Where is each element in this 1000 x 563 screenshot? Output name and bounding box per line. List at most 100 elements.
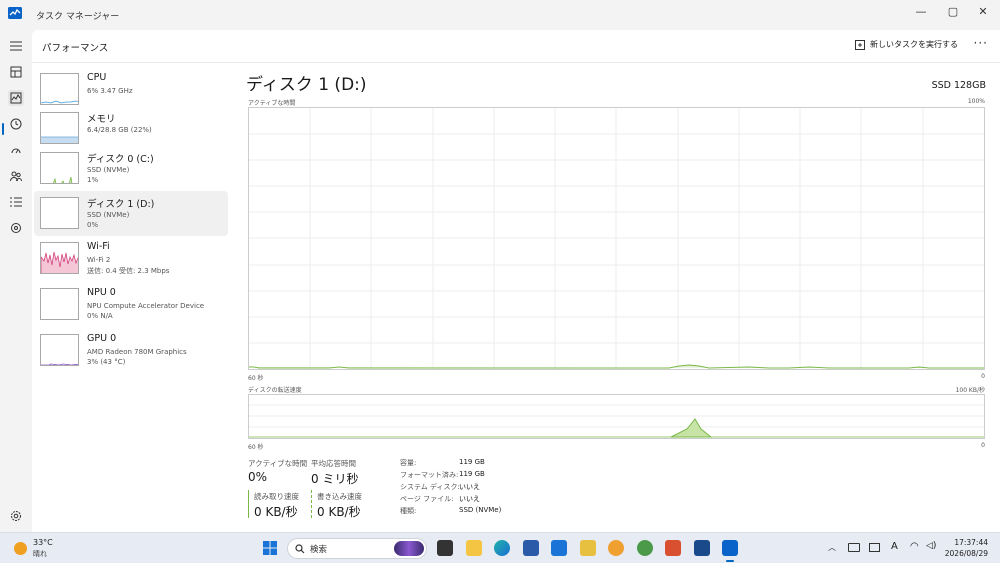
search-highlight-image <box>394 541 424 556</box>
device-item-npu[interactable]: NPU 0 NPU Compute Accelerator Device 0% … <box>34 282 228 327</box>
graph1-time-end: 0 <box>981 373 985 380</box>
device-item-gpu[interactable]: GPU 0 AMD Radeon 780M Graphics 3% (43 °C… <box>34 328 228 373</box>
disk-model: SSD 128GB <box>931 80 986 91</box>
device-usage: 3% (43 °C) <box>87 358 126 366</box>
device-item-disk-1[interactable]: ディスク 1 (D:) SSD (NVMe) 0% <box>34 191 228 236</box>
hamburger-menu-icon[interactable] <box>8 38 24 54</box>
maximize-button[interactable]: ▢ <box>937 0 969 22</box>
more-options-button[interactable]: ··· <box>974 36 988 50</box>
device-item-memory[interactable]: メモリ 6.4/28.8 GB (22%) <box>34 106 228 151</box>
clock-date: 2026/08/29 <box>944 549 988 558</box>
graph1-label: アクティブな時間 <box>248 100 296 107</box>
remote-desktop-icon[interactable] <box>694 540 710 556</box>
disk-title: ディスク 1 (D:) <box>246 75 367 95</box>
device-usage: 送信: 0.4 受信: 2.3 Mbps <box>87 267 170 275</box>
device-sub: 6.4/28.8 GB (22%) <box>87 126 152 134</box>
weather-sun-icon[interactable] <box>14 542 27 555</box>
close-button[interactable]: ✕ <box>967 0 999 22</box>
clock-time: 17:37:44 <box>954 538 988 547</box>
graph2-max: 100 KB/秒 <box>955 387 985 394</box>
device-item-disk-0[interactable]: ディスク 0 (C:) SSD (NVMe) 1% <box>34 146 228 191</box>
prop-system-disk-value: いいえ <box>459 483 480 491</box>
cpu-thumbnail <box>40 73 79 105</box>
disk-0-thumbnail <box>40 152 79 184</box>
device-usage: 0% <box>87 221 99 229</box>
active-time-graph <box>248 107 985 370</box>
startup-apps-icon[interactable] <box>8 142 24 158</box>
services-icon[interactable] <box>8 220 24 236</box>
users-icon[interactable] <box>8 168 24 184</box>
edge-browser-icon[interactable] <box>494 540 510 556</box>
device-item-wifi[interactable]: Wi-Fi Wi-Fi 2 送信: 0.4 受信: 2.3 Mbps <box>34 236 228 281</box>
browser-app-icon[interactable] <box>608 540 624 556</box>
snipping-tool-icon[interactable] <box>665 540 681 556</box>
read-speed-indicator <box>248 490 249 518</box>
device-sub: Wi-Fi 2 <box>87 256 111 264</box>
read-speed-value: 0 KB/秒 <box>254 505 298 519</box>
clock[interactable]: 17:37:44 2026/08/29 <box>945 537 988 559</box>
weather-temp[interactable]: 33°C <box>33 538 53 547</box>
keyboard-icon[interactable] <box>848 543 860 552</box>
tray-chevron-up-icon[interactable]: ︿ <box>828 542 836 553</box>
prop-type-key: 種類: <box>400 507 417 515</box>
notes-app-icon[interactable] <box>580 540 596 556</box>
details-icon[interactable] <box>8 194 24 210</box>
write-speed-label: 書き込み速度 <box>317 492 362 501</box>
header-divider <box>32 62 1000 63</box>
device-usage: 0% N/A <box>87 312 113 320</box>
prop-page-file-value: いいえ <box>459 495 480 503</box>
main-surface: パフォーマンス 新しいタスクを実行する ··· CPU 6% 3.47 GHz … <box>32 30 1000 532</box>
ime-indicator[interactable]: A <box>891 541 898 552</box>
prop-capacity-value: 119 GB <box>459 458 485 466</box>
graph2-time-start: 60 秒 <box>248 444 264 451</box>
prop-system-disk-key: システム ディスク: <box>400 483 460 491</box>
device-name: ディスク 1 (D:) <box>87 199 155 210</box>
run-new-task-button[interactable]: 新しいタスクを実行する <box>855 39 958 50</box>
page-title: パフォーマンス <box>42 43 109 54</box>
display-icon[interactable] <box>869 543 880 552</box>
search-placeholder: 検索 <box>310 545 328 555</box>
prop-page-file-key: ページ ファイル: <box>400 495 454 503</box>
device-sub: SSD (NVMe) <box>87 166 130 174</box>
weather-condition[interactable]: 晴れ <box>33 549 47 559</box>
device-name: CPU <box>87 72 107 83</box>
active-app-indicator <box>726 560 734 562</box>
active-time-label: アクティブな時間 <box>248 459 308 468</box>
run-task-icon <box>855 39 865 50</box>
device-name: GPU 0 <box>87 333 117 344</box>
store-icon[interactable] <box>523 540 539 556</box>
shield-app-icon[interactable] <box>637 540 653 556</box>
write-speed-value: 0 KB/秒 <box>317 505 361 519</box>
nav-rail <box>0 30 32 532</box>
app-history-icon[interactable] <box>8 116 24 132</box>
volume-icon[interactable]: ◁) <box>926 541 936 551</box>
graph1-max: 100% <box>967 98 985 105</box>
settings-gear-icon[interactable] <box>8 508 24 524</box>
gpu-thumbnail <box>40 334 79 366</box>
mail-icon[interactable] <box>551 540 567 556</box>
task-view-icon[interactable] <box>437 540 453 556</box>
file-explorer-icon[interactable] <box>466 540 482 556</box>
performance-icon[interactable] <box>8 90 24 106</box>
read-speed-label: 読み取り速度 <box>254 492 299 501</box>
minimize-button[interactable]: — <box>905 0 937 22</box>
graph2-label: ディスクの転送速度 <box>248 387 302 394</box>
avg-response-value: 0 ミリ秒 <box>311 472 359 486</box>
search-box[interactable] <box>287 538 427 559</box>
wifi-icon[interactable]: ◠ <box>910 541 919 552</box>
device-usage: 1% <box>87 176 99 184</box>
search-icon <box>295 544 305 554</box>
task-manager-taskbar-icon[interactable] <box>722 540 738 556</box>
disk-1-thumbnail <box>40 197 79 229</box>
taskbar: 33°C 晴れ 検索 ︿ A ◠ ◁) 17:37:44 2026/08/29 <box>0 532 1000 563</box>
start-windows-icon[interactable] <box>262 540 278 556</box>
processes-icon[interactable] <box>8 64 24 80</box>
window-title: タスク マネージャー <box>36 12 120 22</box>
npu-thumbnail <box>40 288 79 320</box>
title-bar: タスク マネージャー — ▢ ✕ <box>0 0 1000 30</box>
device-name: NPU 0 <box>87 287 116 298</box>
graph1-time-start: 60 秒 <box>248 375 264 382</box>
device-sub: SSD (NVMe) <box>87 211 130 219</box>
transfer-rate-graph <box>248 394 985 439</box>
memory-thumbnail <box>40 112 79 144</box>
